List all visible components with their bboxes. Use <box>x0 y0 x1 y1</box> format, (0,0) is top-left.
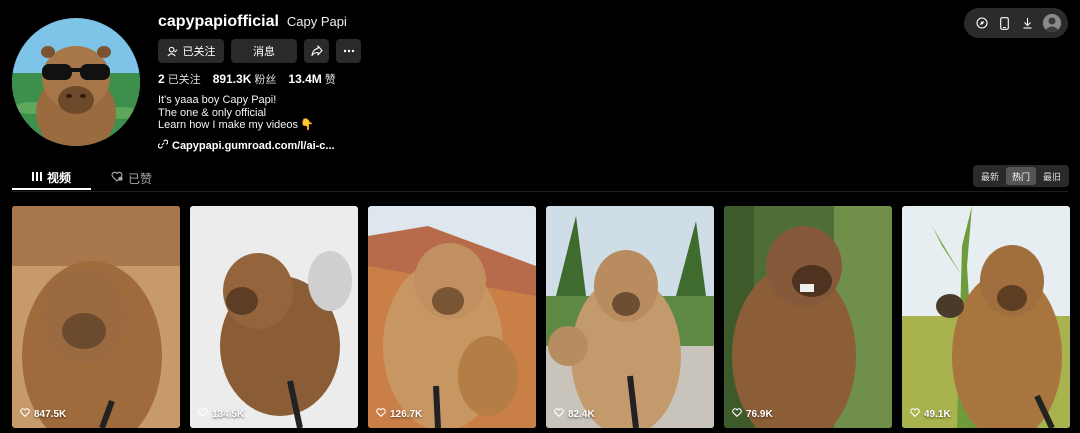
video-likes-count: 49.1K <box>924 408 951 420</box>
profile-link[interactable]: Capypapi.gumroad.com/l/ai-c... <box>157 139 335 152</box>
bio-line: Learn how I make my videos <box>158 119 299 131</box>
heart-icon <box>732 408 742 420</box>
video-thumbnail <box>902 206 1070 428</box>
tab-videos-label: 视频 <box>47 170 72 185</box>
profile-nickname: Capy Papi <box>286 14 347 29</box>
tab-liked-label: 已赞 <box>128 171 153 186</box>
video-likes-count: 134.5K <box>212 408 245 420</box>
stat-likes-label: 赞 <box>324 74 336 86</box>
stat-followers-label: 粉丝 <box>254 74 277 86</box>
share-button[interactable] <box>304 39 329 63</box>
profile-header: capypapiofficial Capy Papi <box>158 13 347 31</box>
video-card[interactable]: 49.1K <box>902 206 1070 428</box>
profile-stats: 2 已关注 891.3K 粉丝 13.4M 赞 <box>158 71 336 87</box>
video-thumbnail <box>546 206 714 428</box>
user-check-icon <box>166 46 178 57</box>
heart-icon <box>198 408 208 420</box>
stat-following-value: 2 <box>158 72 165 86</box>
more-dots-icon <box>343 49 355 53</box>
stat-followers[interactable]: 891.3K 粉丝 <box>213 71 277 87</box>
video-thumbnail <box>724 206 892 428</box>
sort-toggle: 最新 热门 最旧 <box>972 165 1069 187</box>
video-card[interactable]: 82.4K <box>546 206 714 428</box>
video-likes-count: 76.9K <box>746 408 773 420</box>
heart-icon <box>554 408 564 420</box>
video-card[interactable]: 847.5K <box>12 206 180 428</box>
sort-popular[interactable]: 热门 <box>1005 167 1036 185</box>
following-label: 已关注 <box>182 46 216 58</box>
message-label: 消息 <box>253 46 275 58</box>
video-likes-count: 847.5K <box>34 408 67 420</box>
video-likes: 126.7K <box>376 408 422 420</box>
profile-tabs: 视频 已赞 <box>12 166 172 190</box>
profile-bio: It's yaaa boy Capy Papi! The one & only … <box>158 94 314 132</box>
video-thumbnail <box>190 206 358 428</box>
heart-icon <box>910 408 920 420</box>
bio-line: It's yaaa boy Capy Papi! <box>158 94 277 106</box>
video-grid: 847.5K 134.5K 126.7K 82.4K 76.9K 49.1K <box>12 206 1070 428</box>
stat-likes-value: 13.4M <box>288 72 322 86</box>
heart-icon <box>376 408 386 420</box>
tab-videos[interactable]: 视频 <box>12 166 92 190</box>
sort-oldest[interactable]: 最旧 <box>1037 167 1067 185</box>
video-likes-count: 82.4K <box>568 408 595 420</box>
sort-newest[interactable]: 最新 <box>975 167 1005 185</box>
video-likes: 82.4K <box>554 408 595 420</box>
bio-line: The one & only official <box>158 106 267 119</box>
video-thumbnail <box>368 206 536 428</box>
phone-icon[interactable] <box>997 15 1013 31</box>
tabs-divider <box>12 191 1068 192</box>
video-likes: 49.1K <box>910 408 951 420</box>
user-avatar-icon[interactable] <box>1042 14 1061 32</box>
video-likes: 76.9K <box>732 408 773 420</box>
pointing-down-emoji-icon: 👇 <box>300 119 314 131</box>
video-card[interactable]: 126.7K <box>368 206 536 428</box>
stat-followers-value: 891.3K <box>212 72 252 86</box>
stat-following[interactable]: 2 已关注 <box>158 71 201 87</box>
grid-bars-icon <box>32 170 42 184</box>
profile-actions: 已关注 消息 <box>158 39 361 63</box>
video-card[interactable]: 76.9K <box>724 206 892 428</box>
message-button[interactable]: 消息 <box>231 39 297 63</box>
stat-following-label: 已关注 <box>167 74 201 86</box>
video-likes: 847.5K <box>20 408 66 420</box>
video-card[interactable]: 134.5K <box>190 206 358 428</box>
heart-lock-icon <box>111 171 123 185</box>
top-toolbar <box>964 8 1068 38</box>
share-arrow-icon <box>310 45 323 57</box>
more-button[interactable] <box>336 39 361 63</box>
link-icon <box>157 139 169 152</box>
video-likes: 134.5K <box>198 408 244 420</box>
heart-icon <box>20 408 30 420</box>
video-likes-count: 126.7K <box>390 408 423 420</box>
following-button[interactable]: 已关注 <box>158 39 224 63</box>
compass-icon[interactable] <box>974 15 990 31</box>
profile-link-text: Capypapi.gumroad.com/l/ai-c... <box>172 139 335 152</box>
profile-avatar <box>12 18 140 146</box>
download-icon[interactable] <box>1020 15 1036 31</box>
bio-line-with-emoji: Learn how I make my videos 👇 <box>158 119 314 132</box>
tab-liked[interactable]: 已赞 <box>91 166 172 190</box>
stat-likes: 13.4M 赞 <box>288 71 335 87</box>
profile-handle: capypapiofficial <box>158 13 279 30</box>
video-thumbnail <box>12 206 180 428</box>
